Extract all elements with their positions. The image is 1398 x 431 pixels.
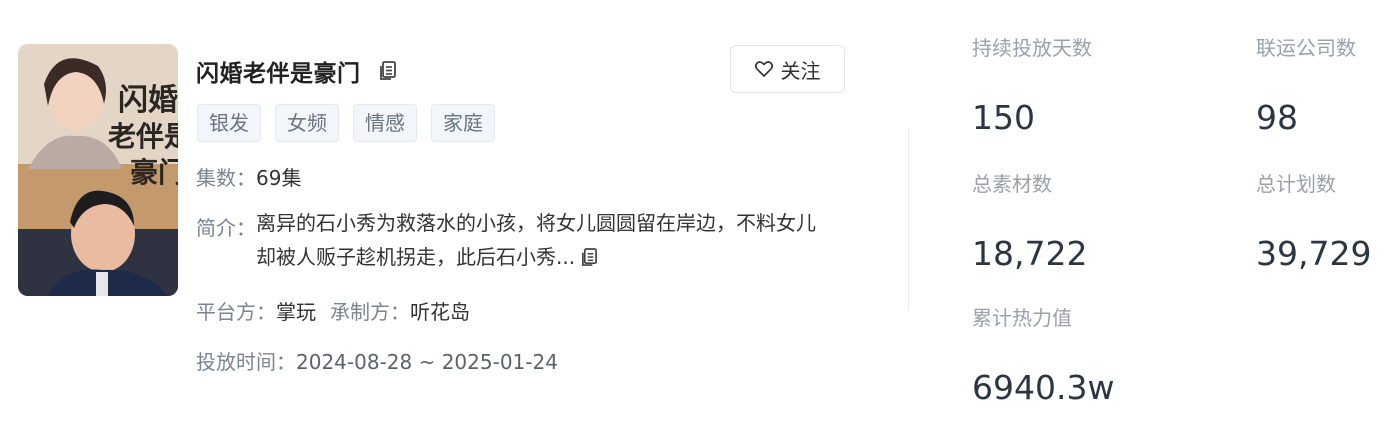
intro-info: 简介： 离异的石小秀为救落水的小孩，将女儿圆圆留在岸边，不料女儿却被人贩子趁机拐… (196, 211, 826, 274)
stat-companies-label: 联运公司数 (1256, 36, 1356, 60)
tag-emotion: 情感 (353, 104, 417, 142)
poster-illustration: 闪婚 老伴是 豪门 (18, 44, 178, 296)
poster-title-text-2: 老伴是 (108, 120, 178, 153)
tag-family: 家庭 (431, 104, 495, 142)
tag-silver: 银发 (197, 104, 261, 142)
episodes-value: 69集 (256, 166, 302, 190)
intro-body: 离异的石小秀为救落水的小孩，将女儿圆圆留在岸边，不料女儿却被人贩子趁机拐走，此后… (256, 206, 826, 274)
episodes-info: 集数：69集 (196, 162, 301, 191)
drama-poster[interactable]: 闪婚 老伴是 豪门 (18, 44, 178, 296)
producer-key: 承制方： (330, 300, 410, 324)
vertical-divider (908, 128, 909, 310)
intro-key: 简介： (196, 216, 256, 240)
stat-days-value: 150 (972, 98, 1035, 137)
heart-icon (754, 61, 773, 77)
producer-value: 听花岛 (410, 300, 470, 324)
stat-heat-value: 6940.3w (972, 368, 1115, 407)
stat-plans-value: 39,729 (1256, 234, 1372, 273)
platform-key: 平台方： (196, 300, 276, 324)
stat-heat-label: 累计热力值 (972, 306, 1072, 330)
platform-value: 掌玩 (276, 300, 316, 324)
stat-companies-value: 98 (1256, 98, 1298, 137)
tag-list: 银发 女频 情感 家庭 (197, 104, 495, 142)
period-info: 投放时间：2024-08-28 ~ 2025-01-24 (196, 346, 558, 375)
episodes-key: 集数： (196, 166, 256, 190)
platform-info: 平台方：掌玩 承制方：听花岛 (196, 296, 470, 325)
drama-title: 闪婚老伴是豪门 (196, 61, 361, 87)
stat-materials: 总素材数 18,722 (972, 172, 1087, 274)
period-value: 2024-08-28 ~ 2025-01-24 (296, 350, 558, 374)
stat-materials-label: 总素材数 (972, 172, 1052, 196)
copy-intro-icon[interactable] (581, 243, 598, 266)
stat-plans-label: 总计划数 (1256, 172, 1336, 196)
period-key: 投放时间： (196, 350, 296, 374)
poster-title-text-1: 闪婚 (118, 83, 178, 118)
stat-days: 持续投放天数 150 (972, 36, 1092, 138)
stat-companies: 联运公司数 98 (1256, 36, 1356, 138)
stat-plans: 总计划数 39,729 (1256, 172, 1371, 274)
follow-label: 关注 (780, 58, 821, 83)
tag-female: 女频 (275, 104, 339, 142)
poster-title-text-3: 豪门 (130, 156, 178, 189)
stat-heat: 累计热力值 6940.3w (972, 306, 1114, 408)
copy-icon[interactable] (379, 61, 397, 81)
stat-materials-value: 18,722 (972, 234, 1088, 273)
stat-days-label: 持续投放天数 (972, 36, 1092, 60)
title-row: 闪婚老伴是豪门 (196, 54, 397, 88)
intro-text: 离异的石小秀为救落水的小孩，将女儿圆圆留在岸边，不料女儿却被人贩子趁机拐走，此后… (256, 211, 816, 269)
follow-button[interactable]: 关注 (730, 45, 845, 93)
